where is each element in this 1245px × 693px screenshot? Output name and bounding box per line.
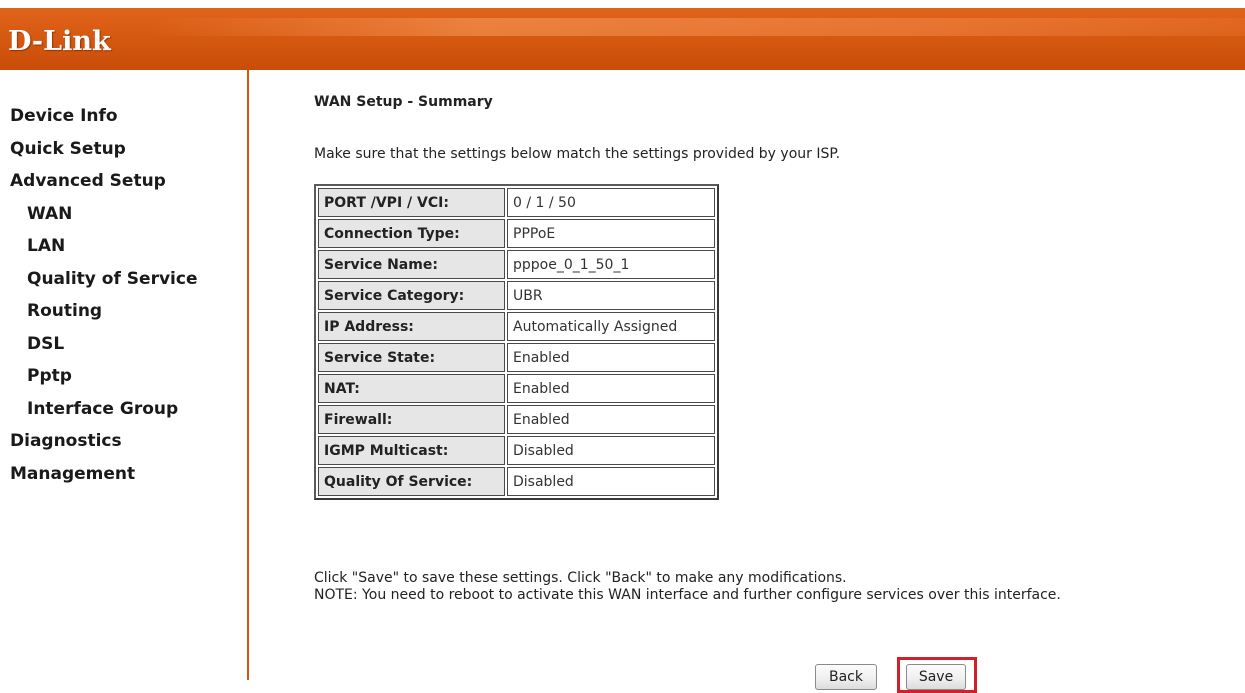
sidebar-nav: Device Info Quick Setup Advanced Setup W…	[10, 100, 197, 490]
sidebar-item-management[interactable]: Management	[10, 458, 197, 491]
notes-block: Click "Save" to save these settings. Cli…	[314, 570, 1061, 604]
wan-summary-table: PORT /VPI / VCI: 0 / 1 / 50 Connection T…	[314, 184, 719, 500]
summary-label: Quality Of Service:	[318, 467, 505, 496]
page-title: WAN Setup - Summary	[314, 94, 493, 110]
table-row: IGMP Multicast: Disabled	[318, 436, 715, 465]
summary-label: IGMP Multicast:	[318, 436, 505, 465]
table-row: Service State: Enabled	[318, 343, 715, 372]
sidebar-item-device-info[interactable]: Device Info	[10, 100, 197, 133]
summary-value: Automatically Assigned	[507, 312, 715, 341]
sidebar-item-diagnostics[interactable]: Diagnostics	[10, 425, 197, 458]
table-row: PORT /VPI / VCI: 0 / 1 / 50	[318, 188, 715, 217]
summary-value: pppoe_0_1_50_1	[507, 250, 715, 279]
summary-label: Firewall:	[318, 405, 505, 434]
table-row: Service Name: pppoe_0_1_50_1	[318, 250, 715, 279]
summary-label: PORT /VPI / VCI:	[318, 188, 505, 217]
dlink-logo: D-Link	[8, 26, 111, 57]
reboot-note: NOTE: You need to reboot to activate thi…	[314, 587, 1061, 603]
header-bar: D-Link	[0, 8, 1245, 70]
sidebar-item-lan[interactable]: LAN	[10, 230, 197, 263]
summary-value: Disabled	[507, 436, 715, 465]
sidebar-item-pptp[interactable]: Pptp	[10, 360, 197, 393]
summary-value: PPPoE	[507, 219, 715, 248]
table-row: Service Category: UBR	[318, 281, 715, 310]
sidebar-item-dsl[interactable]: DSL	[10, 328, 197, 361]
save-back-instructions: Click "Save" to save these settings. Cli…	[314, 570, 847, 586]
summary-label: Connection Type:	[318, 219, 505, 248]
summary-label: Service State:	[318, 343, 505, 372]
summary-value: UBR	[507, 281, 715, 310]
table-row: Connection Type: PPPoE	[318, 219, 715, 248]
summary-label: NAT:	[318, 374, 505, 403]
summary-label: IP Address:	[318, 312, 505, 341]
table-row: IP Address: Automatically Assigned	[318, 312, 715, 341]
summary-value: 0 / 1 / 50	[507, 188, 715, 217]
sidebar: Device Info Quick Setup Advanced Setup W…	[0, 70, 249, 680]
sidebar-item-quick-setup[interactable]: Quick Setup	[10, 133, 197, 166]
sidebar-item-wan[interactable]: WAN	[10, 198, 197, 231]
sidebar-item-routing[interactable]: Routing	[10, 295, 197, 328]
back-button[interactable]: Back	[815, 664, 877, 690]
table-row: Quality Of Service: Disabled	[318, 467, 715, 496]
summary-value: Enabled	[507, 343, 715, 372]
save-button[interactable]: Save	[906, 664, 966, 690]
sidebar-item-quality-of-service[interactable]: Quality of Service	[10, 263, 197, 296]
header-sheen	[150, 18, 1245, 36]
sidebar-item-advanced-setup[interactable]: Advanced Setup	[10, 165, 197, 198]
summary-value: Enabled	[507, 374, 715, 403]
summary-value: Enabled	[507, 405, 715, 434]
sidebar-item-interface-group[interactable]: Interface Group	[10, 393, 197, 426]
summary-label: Service Category:	[318, 281, 505, 310]
intro-text: Make sure that the settings below match …	[314, 146, 841, 162]
table-row: Firewall: Enabled	[318, 405, 715, 434]
summary-label: Service Name:	[318, 250, 505, 279]
summary-value: Disabled	[507, 467, 715, 496]
table-row: NAT: Enabled	[318, 374, 715, 403]
